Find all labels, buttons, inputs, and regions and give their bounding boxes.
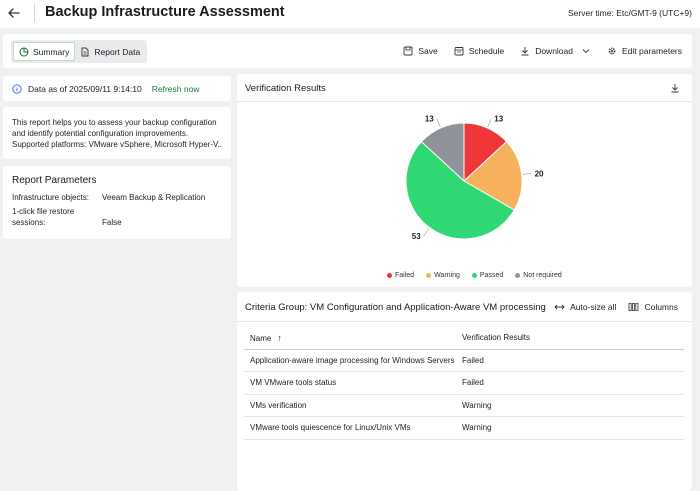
legend-swatch — [471, 273, 477, 278]
tab-report-data-label: Report Data — [94, 46, 141, 57]
cell-name: VMware tools quiescence for Linux/Unix V… — [244, 416, 456, 440]
back-arrow-icon[interactable] — [6, 5, 22, 21]
legend-item-failed[interactable]: Failed — [387, 272, 414, 279]
divider — [237, 321, 692, 322]
pie-leader-line — [487, 118, 492, 128]
criteria-actions: Auto-size all Columns — [554, 302, 678, 312]
schedule-icon — [454, 47, 464, 56]
tab-summary[interactable]: Summary — [13, 42, 76, 61]
report-description: This report helps you to assess your bac… — [3, 107, 231, 159]
pie-data-label: 53 — [412, 232, 421, 241]
pie-leader-line — [522, 173, 532, 175]
legend-item-not-required[interactable]: Not required — [515, 272, 562, 279]
server-time: Server time: Etc/GMT-9 (UTC+9) — [568, 8, 692, 18]
cell-result: Warning — [456, 394, 684, 417]
schedule-label: Schedule — [468, 46, 505, 56]
refresh-now-link[interactable]: Refresh now — [152, 84, 200, 94]
param-key-line: sessions: — [12, 218, 46, 227]
pie-data-label: 13 — [494, 115, 503, 124]
report-parameters-title: Report Parameters — [12, 175, 97, 186]
save-button[interactable]: Save — [403, 46, 438, 56]
resize-horizontal-icon — [554, 304, 565, 310]
columns-icon — [629, 303, 639, 311]
legend-swatch — [515, 273, 521, 278]
param-row-file-restore: 1-click file restore sessions: False — [12, 206, 222, 228]
title-separator — [34, 4, 35, 22]
verification-pie-chart: 13 20 53 13 — [405, 115, 544, 241]
pie-leader-line — [423, 228, 430, 236]
legend-label: Failed — [395, 272, 415, 279]
chevron-down-icon — [582, 49, 590, 54]
cell-result: Failed — [456, 349, 684, 372]
save-icon — [403, 46, 413, 56]
legend-item-warning[interactable]: Warning — [426, 272, 460, 279]
top-bar: Backup Infrastructure Assessment Server … — [0, 0, 700, 28]
param-value: Veeam Backup & Replication — [102, 193, 206, 202]
columns-button[interactable]: Columns — [628, 302, 678, 312]
document-icon — [81, 47, 89, 56]
param-value: False — [102, 218, 122, 227]
sort-ascending-icon: ↑ — [277, 332, 282, 343]
tab-summary-label: Summary — [33, 46, 70, 57]
table-row[interactable]: VMs verification Warning — [244, 394, 684, 417]
data-as-of-banner: Data as of 2025/09/11 9:14:10 Refresh no… — [3, 76, 231, 101]
edit-parameters-label: Edit parameters — [622, 46, 682, 56]
description-line: This report helps you to assess your bac… — [12, 118, 217, 127]
table-header-row: Name ↑ Verification Results — [244, 327, 684, 350]
download-label: Download — [535, 46, 573, 56]
cell-name: Application-aware image processing for W… — [244, 349, 456, 372]
toolbar-actions: Save Schedule Download Edit parameters — [387, 34, 682, 68]
cell-result: Warning — [456, 416, 684, 440]
download-icon — [521, 47, 529, 56]
download-button[interactable]: Download — [520, 46, 591, 56]
legend-swatch — [426, 273, 432, 278]
auto-size-all-button[interactable]: Auto-size all — [554, 302, 616, 312]
page-title: Backup Infrastructure Assessment — [45, 4, 285, 20]
chart-legend: Failed Warning Passed Not required — [387, 272, 562, 279]
pie-data-label: 20 — [535, 169, 544, 178]
save-label: Save — [418, 46, 438, 56]
summary-icon — [19, 47, 29, 56]
schedule-button[interactable]: Schedule — [454, 46, 504, 56]
legend-label: Not required — [523, 272, 562, 279]
auto-size-all-label: Auto-size all — [570, 302, 617, 312]
column-header-label: Name — [250, 333, 272, 343]
cell-name: VMs verification — [244, 394, 456, 417]
criteria-group-card: Criteria Group: VM Configuration and App… — [237, 292, 692, 491]
table-row[interactable]: VM VMware tools status Failed — [244, 371, 684, 395]
pie-data-label: 13 — [425, 115, 434, 124]
param-key: 1-click file restore sessions: — [12, 206, 102, 228]
view-tabs: Summary Report Data — [11, 40, 148, 63]
pie-leader-line — [436, 118, 441, 128]
column-header-name[interactable]: Name ↑ — [244, 327, 456, 350]
toolbar: Summary Report Data Save Schedule Downlo… — [3, 34, 692, 68]
cell-result: Failed — [456, 371, 684, 395]
param-key-line: 1-click file restore — [12, 207, 75, 216]
description-line: Supported platforms: VMware vSphere, Mic… — [12, 140, 222, 149]
info-icon — [12, 83, 22, 94]
criteria-table: Name ↑ Verification Results Application-a… — [244, 327, 684, 440]
report-parameters: Report Parameters Infrastructure objects… — [3, 166, 231, 239]
data-as-of-text: Data as of 2025/09/11 9:14:10 — [28, 83, 142, 94]
cell-name: VM VMware tools status — [244, 371, 456, 395]
legend-item-passed[interactable]: Passed — [471, 272, 504, 279]
param-key: Infrastructure objects: — [12, 193, 89, 202]
legend-swatch — [387, 273, 392, 278]
legend-label: Passed — [479, 272, 504, 279]
criteria-group-title: Criteria Group: VM Configuration and App… — [245, 302, 546, 313]
legend-label: Warning — [434, 272, 460, 279]
description-line: and identify potential configuration imp… — [12, 129, 189, 138]
param-row-infrastructure: Infrastructure objects: Veeam Backup & R… — [12, 192, 222, 203]
column-header-verification-results[interactable]: Verification Results — [456, 327, 684, 350]
tab-report-data[interactable]: Report Data — [75, 42, 145, 61]
edit-parameters-button[interactable]: Edit parameters — [607, 46, 682, 56]
gear-icon — [608, 47, 616, 55]
table-row[interactable]: Application-aware image processing for W… — [244, 349, 684, 372]
columns-label: Columns — [644, 302, 678, 312]
table-row[interactable]: VMware tools quiescence for Linux/Unix V… — [244, 416, 684, 440]
verification-results-card: Verification Results 13 20 53 13 Failed Warn… — [237, 74, 692, 287]
